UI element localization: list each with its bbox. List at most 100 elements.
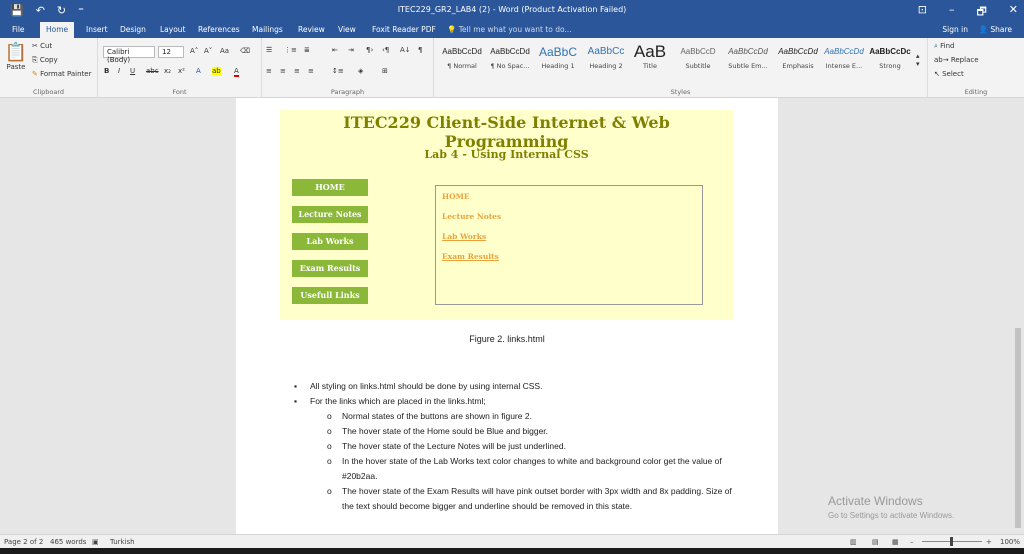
editing-group: ⌕ Find ab→ Replace ↖ Select Editing bbox=[928, 38, 1024, 98]
tab-references[interactable]: References bbox=[198, 25, 240, 34]
vertical-scrollbar[interactable] bbox=[1012, 98, 1024, 534]
bullets-icon[interactable]: ☰ bbox=[266, 46, 272, 54]
shading-icon[interactable]: ◈ bbox=[358, 67, 363, 75]
pilcrow-icon[interactable]: ¶ bbox=[418, 46, 422, 54]
style-intense-emphasis[interactable]: AaBbCcDd Intense E... bbox=[818, 42, 870, 78]
list-item: All styling on links.html should be done… bbox=[294, 379, 734, 394]
rtl-icon[interactable]: ‹¶ bbox=[382, 46, 389, 54]
scrollbar-thumb[interactable] bbox=[1015, 328, 1021, 528]
style-emphasis[interactable]: AaBbCcDd Emphasis bbox=[772, 42, 824, 78]
style-strong[interactable]: AaBbCcDc Strong bbox=[864, 42, 916, 78]
justify-icon[interactable]: ≡ bbox=[308, 67, 314, 75]
select-button[interactable]: ↖ Select bbox=[934, 70, 964, 78]
style-heading-1[interactable]: AaBbC Heading 1 bbox=[532, 42, 584, 78]
increase-indent-icon[interactable]: ⇥ bbox=[348, 46, 354, 54]
styles-scroll-icon[interactable]: ▴ ▾ bbox=[916, 52, 920, 68]
numbering-icon[interactable]: ⋮≡ bbox=[284, 46, 297, 54]
zoom-level[interactable]: 100% bbox=[1000, 538, 1020, 546]
grow-font-icon[interactable]: A˄ bbox=[190, 47, 198, 55]
change-case-icon[interactable]: Aa bbox=[220, 47, 229, 55]
activate-windows-subtitle: Go to Settings to activate Windows. bbox=[828, 511, 955, 520]
text-effects-icon[interactable]: A bbox=[196, 67, 201, 75]
style-subtitle[interactable]: AaBbCcD Subtitle bbox=[672, 42, 724, 78]
zoom-slider-handle[interactable] bbox=[950, 537, 953, 546]
zoom-out-icon[interactable]: – bbox=[910, 538, 914, 546]
tab-insert[interactable]: Insert bbox=[86, 25, 108, 34]
replace-icon: ab→ bbox=[934, 56, 951, 64]
align-center-icon[interactable]: ≡ bbox=[280, 67, 286, 75]
replace-button[interactable]: ab→ Replace bbox=[934, 56, 979, 64]
bold-icon[interactable]: B bbox=[104, 67, 109, 75]
style-subtle-emphasis[interactable]: AaBbCcDd Subtle Em... bbox=[722, 42, 774, 78]
tab-home[interactable]: Home bbox=[40, 22, 75, 38]
style-name: Subtitle bbox=[685, 62, 711, 70]
page-count[interactable]: Page 2 of 2 bbox=[4, 538, 43, 546]
figure-button-home: HOME bbox=[292, 179, 368, 196]
clear-formatting-icon[interactable]: ⌫ bbox=[240, 47, 250, 55]
font-color-icon[interactable]: A bbox=[234, 67, 239, 77]
font-size-select[interactable]: 12 bbox=[158, 46, 184, 58]
sign-in-link[interactable]: Sign in bbox=[942, 25, 968, 34]
figure-button-lab-works: Lab Works bbox=[292, 233, 368, 250]
style-name: Subtle Em... bbox=[728, 62, 768, 70]
align-left-icon[interactable]: ≡ bbox=[266, 67, 272, 75]
status-bar: Page 2 of 2 465 words ▣ Turkish ▥ ▤ ▦ – … bbox=[0, 534, 1024, 548]
format-painter-button[interactable]: ✎ Format Painter bbox=[32, 70, 92, 78]
read-mode-icon[interactable]: ▥ bbox=[850, 538, 857, 546]
restore-button[interactable]: 🗗 bbox=[976, 3, 986, 22]
subscript-icon[interactable]: x₂ bbox=[164, 67, 171, 75]
tab-review[interactable]: Review bbox=[298, 25, 325, 34]
window-title: ITEC229_GR2_LAB4 (2) - Word (Product Act… bbox=[397, 5, 627, 14]
figure-heading: ITEC229 Client-Side Internet & Web Progr… bbox=[343, 113, 670, 151]
paragraph-label: Paragraph bbox=[330, 88, 365, 96]
line-spacing-icon[interactable]: ↕≡ bbox=[332, 67, 344, 75]
print-layout-icon[interactable]: ▤ bbox=[872, 538, 879, 546]
close-button[interactable]: ✕ bbox=[1009, 3, 1018, 22]
copy-icon: ⎘ bbox=[32, 56, 40, 64]
tab-layout[interactable]: Layout bbox=[160, 25, 186, 34]
tab-file[interactable]: File bbox=[12, 25, 25, 34]
borders-icon[interactable]: ⊞ bbox=[382, 67, 388, 75]
cut-button[interactable]: ✂ Cut bbox=[32, 42, 52, 50]
highlight-icon[interactable]: ab bbox=[212, 67, 221, 75]
tab-mailings[interactable]: Mailings bbox=[252, 25, 283, 34]
style-sample: AaB bbox=[633, 42, 667, 61]
style-name: Emphasis bbox=[782, 62, 814, 70]
proofing-icon[interactable]: ▣ bbox=[92, 538, 99, 546]
superscript-icon[interactable]: x² bbox=[178, 67, 185, 75]
list-item: For the links which are placed in the li… bbox=[294, 394, 734, 409]
italic-icon[interactable]: I bbox=[118, 67, 120, 75]
tell-me-search[interactable]: 💡 Tell me what you want to do... bbox=[447, 25, 572, 34]
ltr-icon[interactable]: ¶› bbox=[366, 46, 373, 54]
align-right-icon[interactable]: ≡ bbox=[294, 67, 300, 75]
minimize-button[interactable]: – bbox=[949, 3, 955, 22]
find-button[interactable]: ⌕ Find bbox=[934, 42, 955, 51]
language-indicator[interactable]: Turkish bbox=[110, 538, 135, 546]
copy-button[interactable]: ⎘ Copy bbox=[32, 56, 58, 65]
strikethrough-icon[interactable]: abc bbox=[146, 67, 159, 75]
style-title[interactable]: AaB Title bbox=[624, 42, 676, 78]
tab-foxit-reader-pdf[interactable]: Foxit Reader PDF bbox=[372, 25, 436, 34]
decrease-indent-icon[interactable]: ⇤ bbox=[332, 46, 338, 54]
font-name-select[interactable]: Calibri (Body) bbox=[103, 46, 155, 64]
style-name: Heading 1 bbox=[541, 62, 575, 70]
sort-icon[interactable]: A↓ bbox=[400, 46, 411, 54]
word-count[interactable]: 465 words bbox=[50, 538, 86, 546]
style-normal[interactable]: AaBbCcDd ¶ Normal bbox=[436, 42, 488, 78]
document-page[interactable]: ITEC229 Client-Side Internet & Web Progr… bbox=[236, 98, 778, 534]
paste-button[interactable]: 📋 Paste bbox=[4, 42, 28, 71]
ribbon-display-icon[interactable]: ⊡ bbox=[918, 3, 927, 22]
list-item: o The hover state of the Exam Results wil… bbox=[327, 486, 732, 511]
underline-icon[interactable]: U bbox=[130, 67, 135, 75]
share-button[interactable]: 👤 Share bbox=[979, 25, 1012, 34]
styles-group: AaBbCcDd ¶ Normal AaBbCcDd ¶ No Spac... … bbox=[434, 38, 928, 98]
zoom-in-icon[interactable]: + bbox=[986, 538, 992, 546]
tab-view[interactable]: View bbox=[338, 25, 356, 34]
style-no-spacing[interactable]: AaBbCcDd ¶ No Spac... bbox=[484, 42, 536, 78]
multilevel-list-icon[interactable]: ≣ bbox=[304, 46, 310, 54]
style-sample: AaBbCcDd bbox=[442, 47, 482, 56]
list-item: o Normal states of the buttons are shown … bbox=[294, 409, 734, 424]
web-layout-icon[interactable]: ▦ bbox=[892, 538, 899, 546]
shrink-font-icon[interactable]: A˅ bbox=[204, 47, 212, 55]
tab-design[interactable]: Design bbox=[120, 25, 146, 34]
